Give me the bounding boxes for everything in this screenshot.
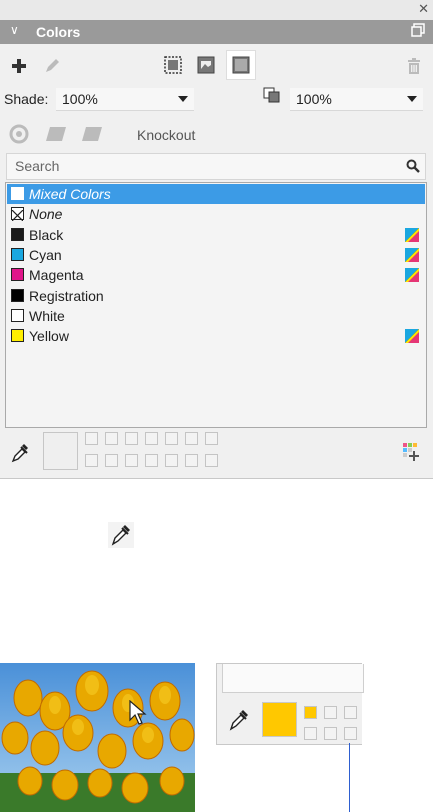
color-list-item[interactable]: Yellow (7, 326, 425, 346)
color-name: Black (29, 226, 64, 243)
sampled-color-slot[interactable] (324, 727, 337, 740)
sampled-color-slot[interactable] (185, 454, 198, 467)
background-icon[interactable] (226, 50, 256, 80)
color-list-item[interactable]: Magenta (7, 265, 425, 285)
color-swatch (11, 187, 24, 200)
sampled-color-slot[interactable] (185, 432, 198, 445)
color-name: None (29, 206, 63, 223)
color-swatch (11, 288, 24, 302)
sampled-color-slot[interactable] (85, 454, 98, 467)
panel-title: Colors (36, 24, 81, 40)
sampled-color-slot[interactable] (125, 432, 138, 445)
colors-panel: ✕ ∨ Colors Shade: 100% 100% Knockout Sea… (0, 0, 433, 479)
pencil-icon[interactable] (42, 57, 62, 75)
color-list-item[interactable]: None (7, 204, 425, 224)
sampled-color-slot[interactable] (85, 432, 98, 445)
plus-icon[interactable] (10, 57, 28, 75)
color-swatch (11, 207, 24, 222)
sampled-color-slot[interactable] (304, 727, 317, 740)
search-placeholder: Search (15, 158, 60, 174)
shade-dropdown[interactable]: 100% (56, 88, 194, 111)
color-list[interactable]: Mixed Colors None Black Cyan Magenta Registra… (5, 182, 427, 428)
sampled-color-slot[interactable] (324, 706, 337, 719)
color-list-item[interactable]: Registration (7, 286, 425, 306)
process-color-icon (405, 247, 419, 262)
knockout-label[interactable]: Knockout (137, 127, 195, 143)
chevron-down-icon (178, 96, 188, 102)
process-color-icon (405, 268, 419, 283)
sampled-color-slot[interactable] (205, 454, 218, 467)
opacity-value: 100% (296, 91, 332, 107)
sampled-color-slot[interactable] (105, 454, 118, 467)
sampled-color-swatch[interactable] (43, 432, 78, 470)
add-swatch-icon[interactable] (402, 442, 422, 462)
sampled-color-swatch[interactable] (262, 702, 297, 737)
eyedropper-icon[interactable] (10, 442, 30, 464)
color-name: White (29, 307, 65, 324)
chevron-down-icon[interactable]: ∨ (10, 23, 19, 37)
color-swatch (11, 329, 24, 343)
process-color-icon (405, 227, 419, 242)
eyedropper-icon (108, 522, 134, 548)
sampled-color-slot[interactable] (145, 432, 158, 445)
close-icon[interactable]: ✕ (418, 1, 429, 17)
color-swatch (11, 247, 24, 261)
sampled-color-slot[interactable] (304, 706, 317, 719)
color-list-item[interactable]: White (7, 306, 425, 326)
shade-value: 100% (62, 91, 98, 107)
sampled-color-slot[interactable] (344, 706, 357, 719)
picture-icon[interactable] (196, 55, 216, 75)
color-name: Mixed Colors (29, 186, 111, 202)
search-input[interactable]: Search (6, 153, 426, 180)
trash-icon[interactable] (406, 57, 422, 75)
sampled-color-slot[interactable] (125, 454, 138, 467)
eyedropper-icon[interactable] (228, 708, 250, 732)
color-name: Yellow (29, 328, 69, 345)
process-color-icon (405, 329, 419, 344)
undock-icon[interactable] (411, 23, 425, 37)
search-icon[interactable] (406, 159, 420, 173)
panel-top-strip: ✕ (0, 0, 433, 21)
zoomed-list-edge (222, 664, 364, 693)
opacity-icon (263, 87, 280, 103)
knockout-shape-icon[interactable] (80, 124, 104, 144)
sampled-color-slot[interactable] (344, 727, 357, 740)
color-swatch (11, 308, 24, 322)
blend-icon[interactable] (9, 124, 29, 144)
zoomed-sampler-bar (216, 663, 364, 745)
cursor-icon (129, 700, 147, 725)
sampled-color-slot[interactable] (145, 454, 158, 467)
tulip-photo[interactable] (0, 663, 195, 812)
color-name: Magenta (29, 267, 84, 284)
color-swatch (11, 268, 24, 282)
chevron-down-icon (407, 96, 417, 102)
color-list-item[interactable]: Mixed Colors (7, 184, 425, 204)
guide-line (349, 743, 350, 812)
sampled-color-slot[interactable] (165, 432, 178, 445)
panel-titlebar[interactable]: ∨ Colors (0, 20, 433, 44)
color-swatch (11, 227, 24, 241)
color-list-item[interactable]: Cyan (7, 245, 425, 265)
overprint-icon[interactable] (44, 124, 68, 144)
sampled-color-slot[interactable] (105, 432, 118, 445)
color-name: Cyan (29, 246, 62, 263)
color-list-item[interactable]: Black (7, 225, 425, 245)
color-name: Registration (29, 287, 104, 304)
opacity-dropdown[interactable]: 100% (290, 88, 423, 111)
frame-icon[interactable] (163, 55, 183, 75)
sampled-color-slot[interactable] (165, 454, 178, 467)
shade-label: Shade: (4, 91, 49, 107)
sampled-color-slot[interactable] (205, 432, 218, 445)
